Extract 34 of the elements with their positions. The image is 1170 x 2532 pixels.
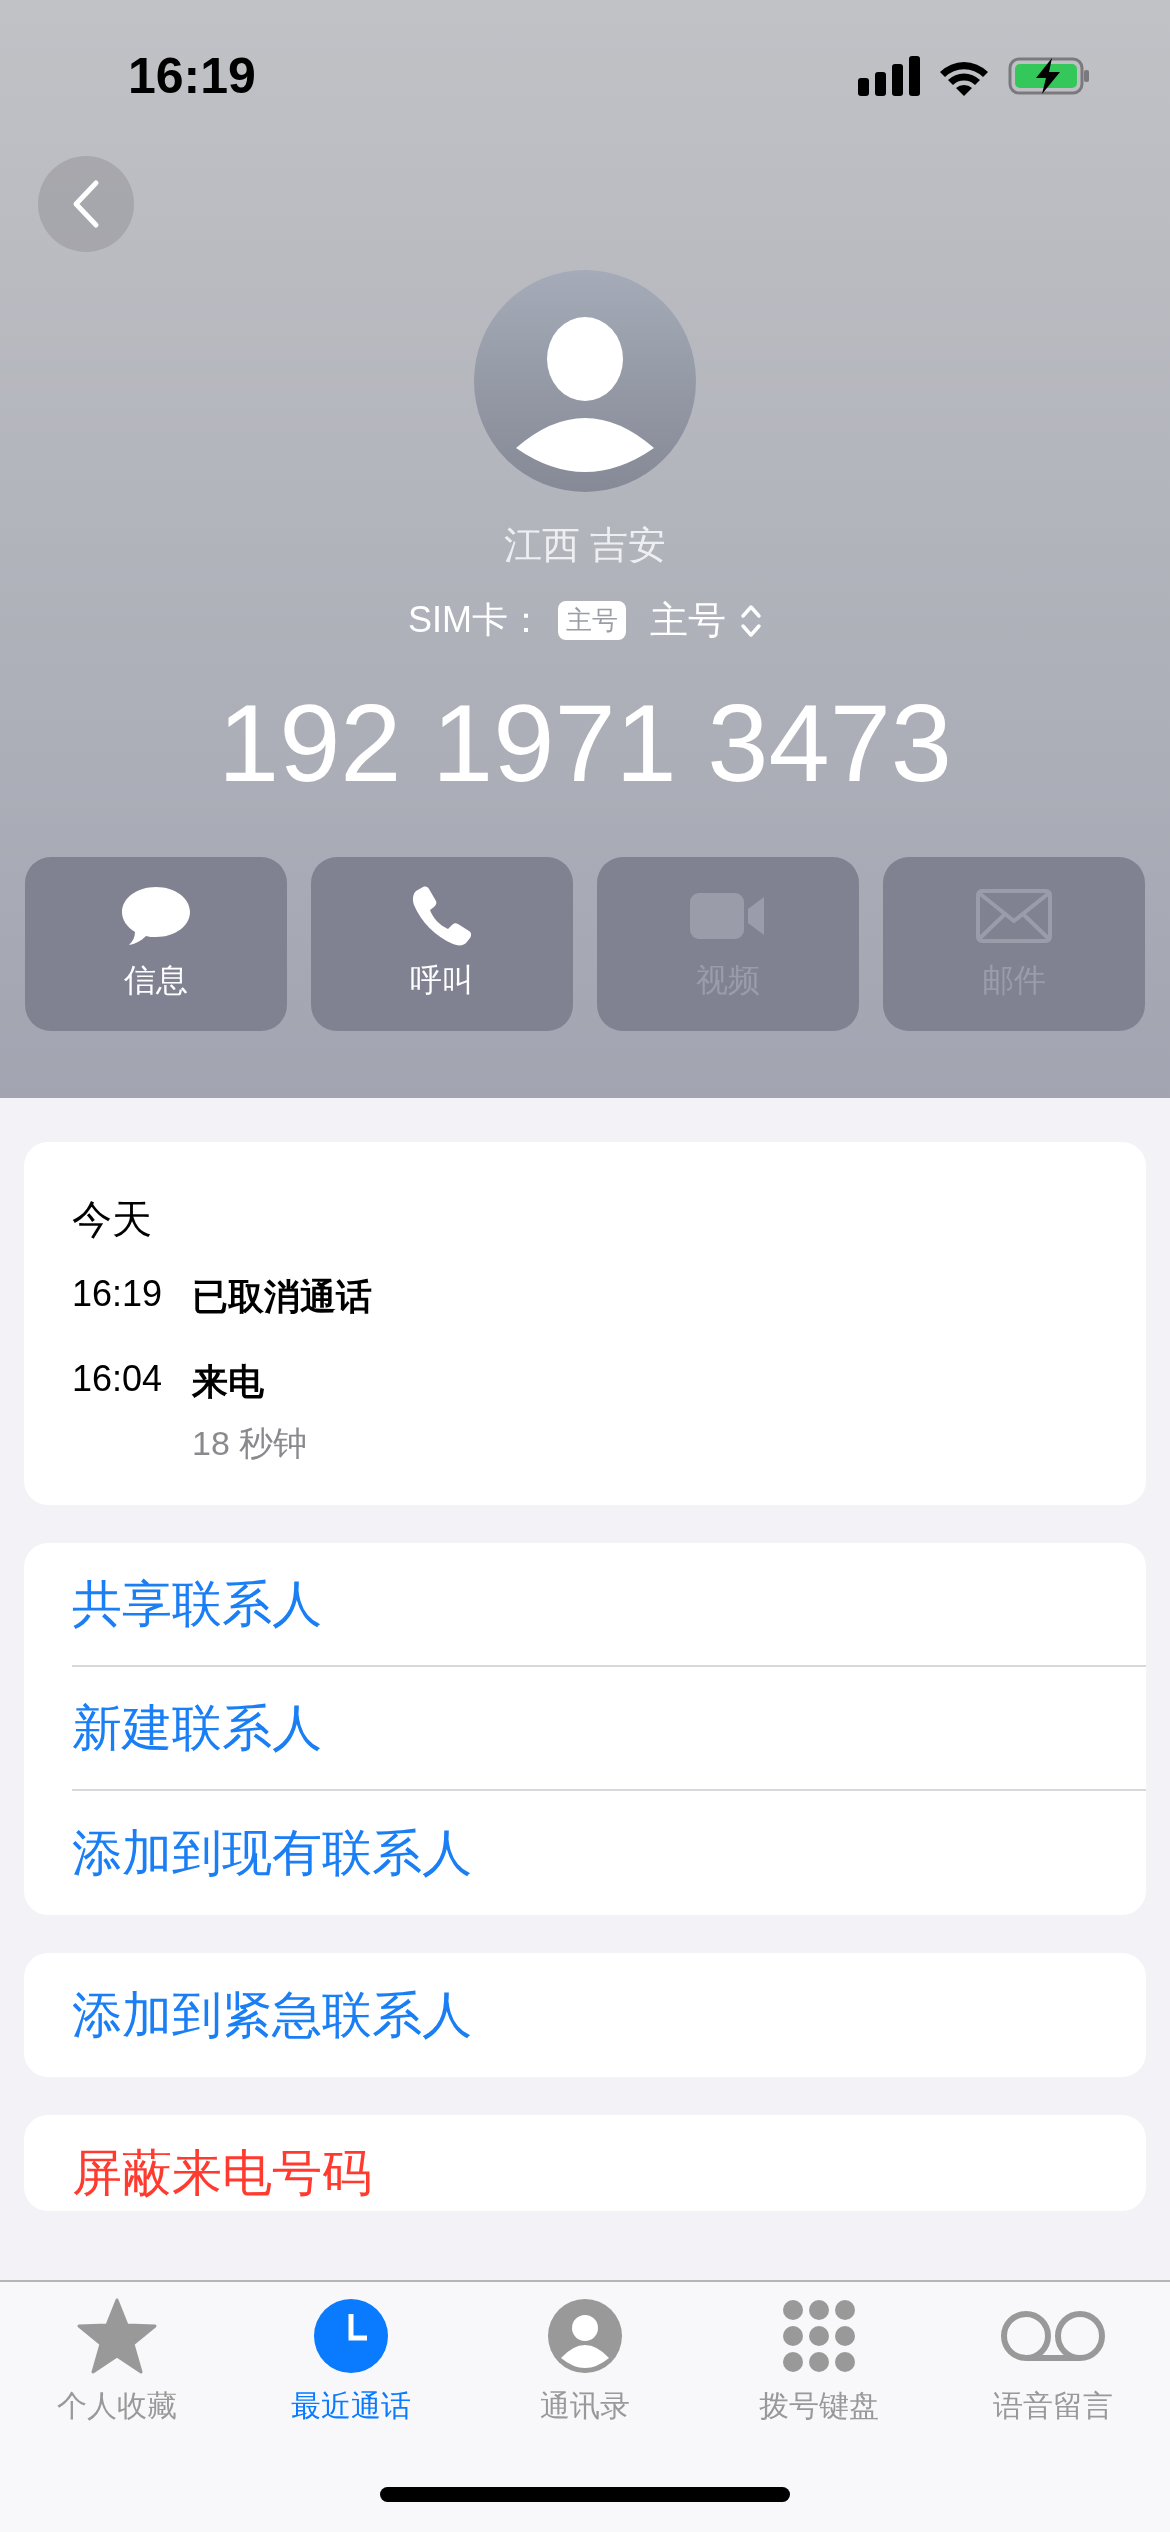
call-button[interactable]: 呼叫 xyxy=(311,857,573,1031)
signal-icon xyxy=(858,56,920,96)
tab[interactable]: 个人收藏 xyxy=(0,2298,234,2427)
battery-icon xyxy=(1008,56,1090,96)
call-type: 来电 xyxy=(192,1360,265,1404)
clock-icon xyxy=(313,2298,389,2374)
contact-action-link[interactable]: 共享联系人 xyxy=(72,1543,1146,1667)
call-duration: 18 秒钟 xyxy=(192,1423,308,1464)
contact-action-link[interactable]: 添加到现有联系人 xyxy=(72,1791,1146,1915)
chevron-icon xyxy=(740,602,762,639)
message-button[interactable]: 信息 xyxy=(25,857,287,1031)
call-type: 已取消通话 xyxy=(192,1275,372,1319)
tab[interactable]: 拨号键盘 xyxy=(702,2298,936,2427)
sim-badge: 主号 xyxy=(558,601,626,640)
back-icon xyxy=(71,179,101,229)
emergency-contact-link[interactable]: 添加到紧急联系人 xyxy=(72,1953,1146,2077)
speech-bubble-icon xyxy=(121,885,191,947)
sim-label: SIM卡： xyxy=(408,598,544,642)
keypad-icon xyxy=(781,2298,857,2374)
sim-selector[interactable]: 主号 xyxy=(640,595,726,646)
contact-action-link[interactable]: 新建联系人 xyxy=(72,1667,1146,1791)
tab[interactable]: 语音留言 xyxy=(936,2298,1170,2427)
block-caller-link[interactable]: 屏蔽来电号码 xyxy=(72,2115,1146,2211)
status-time: 16:19 xyxy=(128,47,256,105)
star-icon xyxy=(77,2298,157,2374)
location-text: 江西 吉安 xyxy=(503,523,667,568)
tab[interactable]: 通讯录 xyxy=(468,2298,702,2427)
history-day: 今天 xyxy=(72,1192,1098,1247)
call-time: 16:04 xyxy=(72,1358,164,1401)
person-icon xyxy=(547,2298,623,2374)
tab[interactable]: 最近通话 xyxy=(234,2298,468,2427)
call-time: 16:19 xyxy=(72,1273,164,1316)
phone-number: 192 1971 3473 xyxy=(217,682,953,803)
phone-icon xyxy=(411,885,473,947)
